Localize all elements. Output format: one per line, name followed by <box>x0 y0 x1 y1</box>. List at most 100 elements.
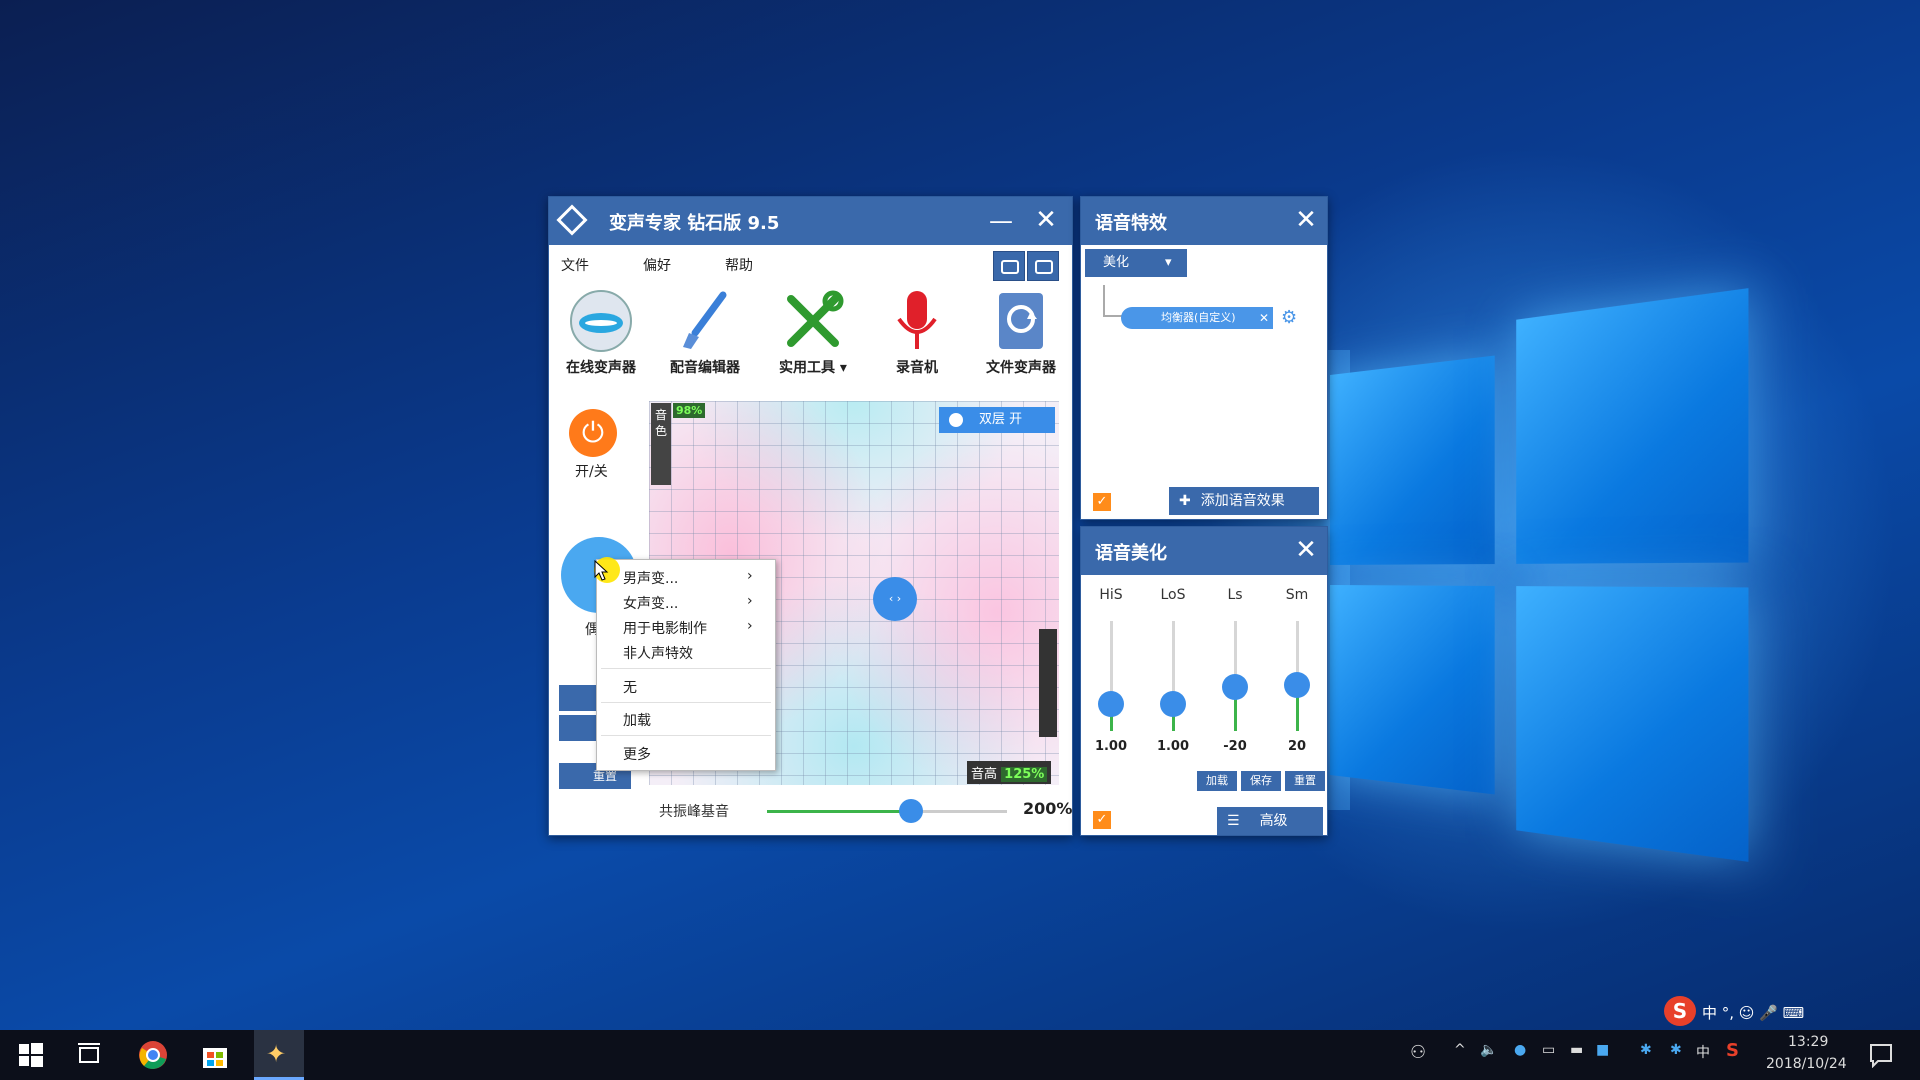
gear-icon[interactable]: ⚙ <box>1281 307 1297 328</box>
beautify-reset-button[interactable]: 重置 <box>1285 771 1325 791</box>
timbre-value: 98% <box>673 403 706 418</box>
ime-toolbar[interactable]: S 中 °, ☺ 🎤 ⌨ <box>1662 996 1920 1028</box>
file-voice-changer-tool[interactable]: 文件变声器 <box>971 289 1071 377</box>
microphone-icon <box>885 289 949 353</box>
close-button[interactable]: ✕ <box>1033 207 1059 233</box>
task-view-icon[interactable] <box>74 1040 104 1070</box>
chevron-right-icon: › <box>747 593 753 609</box>
windows-start-icon[interactable] <box>16 1040 46 1070</box>
menu-item-male[interactable]: 男声变... <box>623 568 678 588</box>
mouse-cursor-icon <box>594 560 609 581</box>
power-button[interactable]: ⏻ <box>569 409 617 457</box>
star-icon[interactable]: ✱ <box>1670 1042 1682 1058</box>
recorder-tool[interactable]: 录音机 <box>867 289 967 377</box>
advanced-label: 高级 <box>1259 813 1288 829</box>
beautify-load-button[interactable]: 加载 <box>1197 771 1237 791</box>
menu-item-nonhuman[interactable]: 非人声特效 <box>623 643 693 663</box>
slider-value: 1.00 <box>1094 739 1128 754</box>
beautify-save-button[interactable]: 保存 <box>1241 771 1281 791</box>
dropdown-value: 美化 <box>1103 255 1130 270</box>
ime-indicator[interactable]: 中 <box>1696 1042 1710 1062</box>
pad-knob[interactable]: ‹ › <box>873 577 917 621</box>
menu-item-more[interactable]: 更多 <box>623 744 651 764</box>
voice-changer-taskbar-button[interactable]: ✦ <box>254 1030 304 1080</box>
compact-mode-button[interactable] <box>993 251 1025 281</box>
menu-item-movie[interactable]: 用于电影制作 <box>623 618 707 638</box>
menu-item-none[interactable]: 无 <box>623 677 637 697</box>
effect-chip-equalizer[interactable]: 均衡器(自定义) ✕ <box>1121 307 1273 329</box>
dubbing-editor-tool[interactable]: 配音编辑器 <box>655 289 755 377</box>
store-icon[interactable] <box>200 1040 230 1070</box>
clock-date[interactable]: 2018/10/24 <box>1766 1056 1847 1072</box>
pitch-label: 音高 <box>971 767 998 782</box>
slider-value: 1.00 <box>1156 739 1190 754</box>
menu-file[interactable]: 文件 <box>561 255 589 275</box>
slider-sm[interactable]: Sm 20 <box>1277 587 1317 754</box>
slider-his[interactable]: HiS 1.00 <box>1091 587 1131 754</box>
menu-help[interactable]: 帮助 <box>725 255 753 275</box>
sogou-logo-icon: S <box>1664 996 1696 1026</box>
timbre-bar[interactable]: 音色 <box>651 403 671 485</box>
network-icon[interactable]: ▭ <box>1542 1042 1555 1058</box>
security-icon[interactable]: ● <box>1514 1042 1526 1058</box>
menu-item-female[interactable]: 女声变... <box>623 593 678 613</box>
voice-changer-app-icon: ✦ <box>266 1040 287 1068</box>
chevron-right-icon: › <box>747 618 753 634</box>
add-effect-label: 添加语音效果 <box>1200 493 1285 509</box>
slider-label: HiS <box>1099 587 1123 603</box>
file-refresh-icon <box>989 289 1053 353</box>
chip-label: 均衡器(自定义) <box>1161 311 1236 324</box>
effects-enable-checkbox[interactable]: ✓ <box>1093 493 1111 511</box>
beautify-close-button[interactable]: ✕ <box>1293 537 1319 563</box>
effects-close-button[interactable]: ✕ <box>1293 207 1319 233</box>
voice-effects-panel: 语音特效 ✕ 美化 ▾ 均衡器(自定义) ✕ ⚙ ✓ ✚ 添加语音效果 <box>1080 196 1328 520</box>
star-icon[interactable]: ✱ <box>1640 1042 1652 1058</box>
tool-label: 在线变声器 <box>566 360 636 376</box>
reset-label: 重置 <box>593 769 618 783</box>
notification-icon[interactable] <box>1868 1042 1894 1068</box>
beautify-enable-checkbox[interactable]: ✓ <box>1093 811 1111 829</box>
title-bar[interactable]: 变声专家 钻石版 9.5 — ✕ <box>549 197 1072 245</box>
slider-ls[interactable]: Ls -20 <box>1215 587 1255 754</box>
ime-bar-text: 中 °, ☺ 🎤 ⌨ <box>1702 1004 1805 1022</box>
beautify-title-bar[interactable]: 语音美化 ✕ <box>1081 527 1327 575</box>
dual-layer-toggle[interactable]: 双层 开 <box>939 407 1055 433</box>
volume-bar[interactable] <box>1039 629 1057 737</box>
windows-logo-wallpaper <box>1330 288 1749 862</box>
slider-knob[interactable] <box>1098 690 1124 717</box>
menu-preferences[interactable]: 偏好 <box>643 255 671 275</box>
chevron-down-icon: ▾ <box>1165 255 1172 270</box>
window-title: 变声专家 钻石版 9.5 <box>609 213 780 234</box>
battery-icon[interactable]: ▬ <box>1570 1042 1583 1058</box>
online-voice-changer-tool[interactable]: 在线变声器 <box>551 289 651 377</box>
slider-knob[interactable] <box>1160 690 1186 717</box>
resonance-knob[interactable] <box>899 799 923 823</box>
chevron-right-icon: › <box>747 568 753 584</box>
slider-knob[interactable] <box>1222 674 1248 700</box>
resonance-slider[interactable] <box>767 799 1007 823</box>
slider-los[interactable]: LoS 1.00 <box>1153 587 1193 754</box>
slider-label: LoS <box>1160 587 1186 603</box>
taskbar: ✦ ⚇ ^ 🔈 ● ▭ ▬ ■ ✱ ✱ 中 S 13:29 2018/10/24 <box>0 1030 1920 1080</box>
skin-button[interactable] <box>1027 251 1059 281</box>
effects-category-dropdown[interactable]: 美化 ▾ <box>1085 249 1187 277</box>
tool-label: 文件变声器 <box>986 360 1056 376</box>
utilities-tool[interactable]: 实用工具 ▾ <box>763 289 863 377</box>
chevron-up-icon[interactable]: ^ <box>1454 1042 1466 1058</box>
effects-title-bar[interactable]: 语音特效 ✕ <box>1081 197 1327 245</box>
advanced-button[interactable]: ☰ 高级 <box>1217 807 1323 835</box>
remove-icon[interactable]: ✕ <box>1259 307 1269 329</box>
app-tray-icon[interactable]: ■ <box>1596 1042 1609 1058</box>
chrome-icon[interactable] <box>138 1040 168 1070</box>
minimize-button[interactable]: — <box>989 207 1013 235</box>
sogou-tray-icon[interactable]: S <box>1726 1040 1739 1061</box>
pitch-value: 125% <box>1001 767 1048 782</box>
slider-label: Sm <box>1285 587 1309 603</box>
people-icon[interactable]: ⚇ <box>1410 1042 1426 1063</box>
menu-item-load[interactable]: 加载 <box>623 710 651 730</box>
add-effect-button[interactable]: ✚ 添加语音效果 <box>1169 487 1319 515</box>
tool-label: 配音编辑器 <box>670 360 740 376</box>
volume-icon[interactable]: 🔈 <box>1480 1042 1497 1058</box>
clock-time[interactable]: 13:29 <box>1788 1034 1828 1050</box>
slider-knob[interactable] <box>1284 671 1310 698</box>
